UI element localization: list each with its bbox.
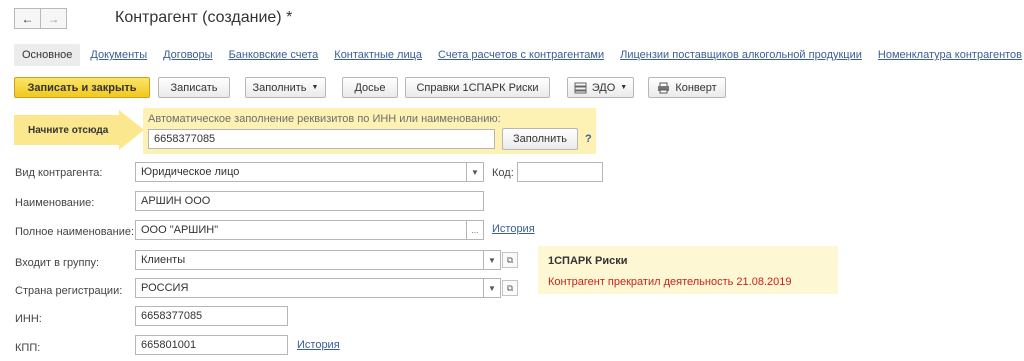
printer-icon xyxy=(658,82,670,93)
full-name-label: Полное наименование: xyxy=(15,226,135,238)
fill-label: Заполнить xyxy=(252,81,307,94)
code-input[interactable] xyxy=(517,162,603,182)
fill-dropdown-button[interactable]: Заполнить ▼ xyxy=(245,77,326,98)
tab-counterparty-nomenclature[interactable]: Номенклатура контрагентов xyxy=(878,49,1022,61)
envelope-label: Конверт xyxy=(675,81,717,94)
full-name-history-link[interactable]: История xyxy=(492,223,535,235)
tab-settlement-accounts[interactable]: Счета расчетов с контрагентами xyxy=(438,49,604,61)
tab-alcohol-licenses[interactable]: Лицензии поставщиков алкогольной продукц… xyxy=(620,49,862,61)
country-select[interactable]: РОССИЯ xyxy=(135,278,484,298)
arrow-right-icon: → xyxy=(47,11,60,26)
tab-bank-accounts[interactable]: Банковские счета xyxy=(229,49,319,61)
country-open-icon[interactable]: ⧉ xyxy=(502,280,518,296)
caret-down-icon: ▼ xyxy=(311,84,319,91)
edo-dropdown-button[interactable]: ЭДО ▼ xyxy=(567,77,634,98)
autofill-input[interactable]: 6658377085 xyxy=(148,129,495,149)
start-here-label: Начните отсюда xyxy=(28,125,109,136)
code-label: Код: xyxy=(492,167,514,179)
name-input[interactable]: АРШИН ООО xyxy=(135,191,484,211)
autofill-label: Автоматическое заполнение реквизитов по … xyxy=(148,113,501,125)
spark-reports-button[interactable]: Справки 1СПАРК Риски xyxy=(405,77,550,98)
caret-down-icon: ▼ xyxy=(620,84,628,91)
forward-button[interactable]: → xyxy=(41,8,67,29)
envelope-button[interactable]: Конверт xyxy=(648,77,726,98)
kind-label: Вид контрагента: xyxy=(15,167,103,179)
group-select[interactable]: Клиенты xyxy=(135,250,484,270)
page-title: Контрагент (создание) * xyxy=(115,9,293,26)
group-dropdown-icon[interactable]: ▼ xyxy=(484,250,501,270)
kpp-history-link[interactable]: История xyxy=(297,339,340,351)
full-name-input[interactable]: ООО "АРШИН" xyxy=(135,220,467,240)
spark-risk-title: 1СПАРК Риски xyxy=(548,255,628,267)
kind-dropdown-icon[interactable]: ▼ xyxy=(467,162,484,182)
name-label: Наименование: xyxy=(15,197,95,209)
tab-contact-persons[interactable]: Контактные лица xyxy=(334,49,422,61)
edo-label: ЭДО xyxy=(591,81,616,94)
help-icon[interactable]: ? xyxy=(585,133,592,145)
autofill-fill-button[interactable]: Заполнить xyxy=(502,128,578,150)
save-button[interactable]: Записать xyxy=(158,77,230,98)
full-name-select-button[interactable]: ... xyxy=(467,220,484,240)
kpp-input[interactable]: 665801001 xyxy=(135,335,288,355)
inn-label: ИНН: xyxy=(15,313,42,325)
group-open-icon[interactable]: ⧉ xyxy=(502,252,518,268)
tab-main[interactable]: Основное xyxy=(14,44,81,66)
kind-select[interactable]: Юридическое лицо xyxy=(135,162,467,182)
country-label: Страна регистрации: xyxy=(15,285,123,297)
document-stack-icon xyxy=(574,82,587,93)
dossier-button[interactable]: Досье xyxy=(342,77,398,98)
group-label: Входит в группу: xyxy=(15,257,99,269)
tab-contracts[interactable]: Договоры xyxy=(163,49,212,61)
kpp-label: КПП: xyxy=(15,342,41,354)
tab-bar: Основное Документы Договоры Банковские с… xyxy=(14,44,1024,66)
arrow-left-icon: ← xyxy=(21,11,34,26)
save-and-close-button[interactable]: Записать и закрыть xyxy=(14,77,150,98)
spark-risk-message: Контрагент прекратил деятельность 21.08.… xyxy=(548,276,792,288)
inn-input[interactable]: 6658377085 xyxy=(135,306,288,326)
tab-documents[interactable]: Документы xyxy=(90,49,147,61)
navigation-buttons: ← → xyxy=(14,8,67,29)
back-button[interactable]: ← xyxy=(14,8,41,29)
country-dropdown-icon[interactable]: ▼ xyxy=(484,278,501,298)
